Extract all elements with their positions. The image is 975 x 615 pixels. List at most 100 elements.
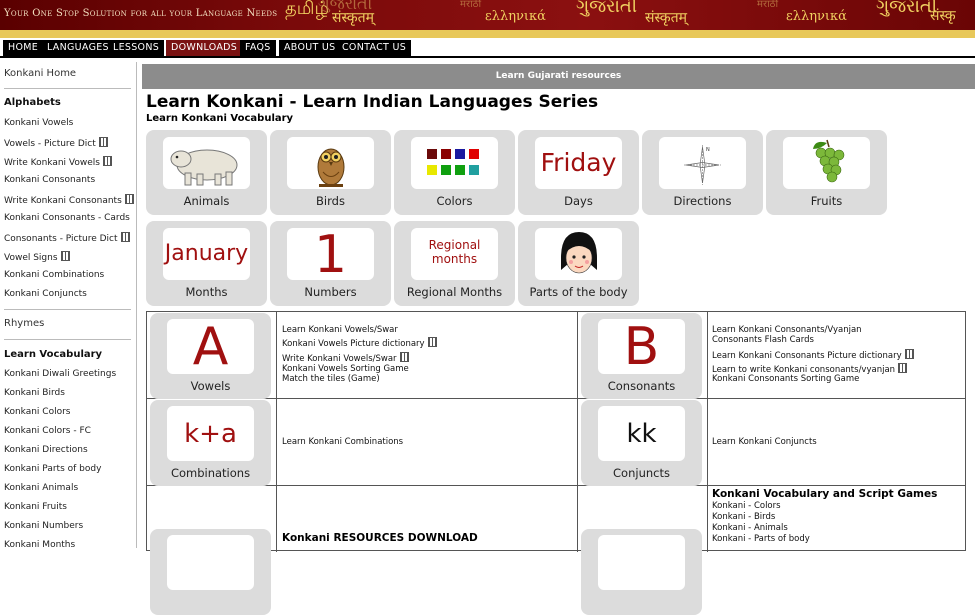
tile-fruits[interactable]: Fruits (766, 130, 887, 215)
games-link-4[interactable]: Konkani - Parts of body (712, 534, 810, 545)
nav-downloads[interactable]: DOWNLOADS (166, 40, 243, 56)
combinations-tile[interactable]: k+a Combinations (150, 400, 271, 486)
film-icon (102, 156, 112, 166)
film-icon (120, 232, 130, 242)
resources-tile[interactable] (150, 529, 271, 615)
vowels-link-3[interactable]: Write Konkani Vowels/Swar (282, 352, 409, 365)
nav-languages[interactable]: LANGUAGES (42, 40, 114, 56)
banner-script-6: ગુજરાતી (576, 0, 637, 17)
nav-about-us[interactable]: ABOUT US (279, 40, 341, 56)
sidebar-item-colors-fc[interactable]: Konkani Colors - FC (4, 426, 91, 436)
sidebar-item-write-consonants[interactable]: Write Konkani Consonants (4, 194, 134, 206)
nav-contact-us[interactable]: CONTACT US (337, 40, 412, 56)
tile-numbers[interactable]: 1 Numbers (270, 221, 391, 306)
sidebar-item-combinations[interactable]: Konkani Combinations (4, 270, 104, 280)
games-link-3[interactable]: Konkani - Animals (712, 523, 788, 534)
sidebar-item-fruits[interactable]: Konkani Fruits (4, 502, 67, 512)
color-swatches-icon (411, 137, 498, 189)
vowels-link-1[interactable]: Learn Konkani Vowels/Swar (282, 325, 398, 336)
sidebar-home-link[interactable]: Konkani Home (4, 68, 76, 79)
nav-lessons[interactable]: LESSONS (108, 40, 165, 56)
sidebar-item-colors[interactable]: Konkani Colors (4, 407, 71, 417)
consonants-link-5[interactable]: Konkani Consonants Sorting Game (712, 374, 859, 385)
conjuncts-card: kk (598, 406, 685, 461)
tile-label: Numbers (304, 285, 357, 299)
sidebar-item-conjuncts[interactable]: Konkani Conjuncts (4, 289, 87, 299)
consonants-link-2[interactable]: Consonants Flash Cards (712, 335, 814, 346)
tile-label: Directions (673, 194, 732, 208)
nav-faqs[interactable]: FAQS (240, 40, 276, 56)
consonants-tile[interactable]: B Consonants (581, 313, 702, 399)
tile-label: Colors (436, 194, 473, 208)
conjuncts-letter: kk (626, 419, 657, 449)
banner-stripe (0, 30, 975, 38)
sidebar-vocab-heading: Learn Vocabulary (4, 349, 103, 360)
resources-title[interactable]: Konkani RESOURCES DOWNLOAD (282, 532, 478, 544)
vowels-link-2[interactable]: Konkani Vowels Picture dictionary (282, 337, 437, 350)
sidebar-item-numbers[interactable]: Konkani Numbers (4, 521, 83, 531)
page-title: Learn Konkani - Learn Indian Languages S… (146, 92, 599, 112)
film-icon (60, 251, 70, 261)
color-swatch (455, 165, 465, 175)
regional-months-card: Regional months (411, 228, 498, 280)
vowels-letter: A (192, 319, 229, 374)
tile-directions[interactable]: N Directions (642, 130, 763, 215)
games-icon (598, 535, 685, 590)
sidebar-item-konkani-consonants[interactable]: Konkani Consonants (4, 175, 95, 185)
sidebar-divider (4, 88, 131, 89)
tile-animals[interactable]: Animals (146, 130, 267, 215)
resources-header: Learn Gujarati resources (142, 64, 975, 89)
sidebar-item-konkani-vowels[interactable]: Konkani Vowels (4, 118, 73, 128)
tile-label: Parts of the body (529, 285, 628, 299)
tile-days[interactable]: Friday Days (518, 130, 639, 215)
tile-birds[interactable]: Birds (270, 130, 391, 215)
tile-colors[interactable]: Colors (394, 130, 515, 215)
combinations-card: k+a (167, 406, 254, 461)
sidebar-item-parts-of-body[interactable]: Konkani Parts of body (4, 464, 101, 474)
sidebar-item-consonants-picture-dict[interactable]: Consonants - Picture Dict (4, 232, 130, 244)
sidebar-item-months[interactable]: Konkani Months (4, 540, 75, 548)
film-icon (98, 137, 108, 147)
tile-label: Birds (316, 194, 345, 208)
sidebar-item-rhymes[interactable]: Rhymes (4, 318, 44, 329)
film-icon (124, 194, 134, 204)
nav-home[interactable]: HOME (3, 40, 44, 56)
consonants-link-3[interactable]: Learn Konkani Consonants Picture diction… (712, 349, 914, 362)
games-link-2[interactable]: Konkani - Birds (712, 512, 775, 523)
tile-label: Months (185, 285, 228, 299)
sidebar-item-vowels-picture-dict[interactable]: Vowels - Picture Dict (4, 137, 108, 149)
sidebar-item-directions[interactable]: Konkani Directions (4, 445, 88, 455)
download-icon (167, 535, 254, 590)
games-tile[interactable] (581, 529, 702, 615)
girl-face-icon (535, 228, 622, 280)
number-word: 1 (313, 228, 348, 280)
sidebar-item-animals[interactable]: Konkani Animals (4, 483, 78, 493)
tile-label: Fruits (810, 194, 843, 208)
sidebar-item-diwali[interactable]: Konkani Diwali Greetings (4, 369, 116, 379)
color-swatch (469, 165, 479, 175)
games-link-1[interactable]: Konkani - Colors (712, 501, 781, 512)
film-icon (904, 349, 914, 359)
tile-parts-of-body[interactable]: Parts of the body (518, 221, 639, 306)
sidebar-item-write-vowels[interactable]: Write Konkani Vowels (4, 156, 112, 168)
sidebar-item-consonants-cards[interactable]: Konkani Consonants - Cards (4, 213, 130, 223)
vowels-link-5[interactable]: Match the tiles (Game) (282, 374, 380, 385)
tile-months[interactable]: January Months (146, 221, 267, 306)
banner-script-8: मराठी (757, 0, 779, 10)
sidebar-item-birds[interactable]: Konkani Birds (4, 388, 65, 398)
tile-label: Combinations (170, 466, 251, 480)
film-icon (898, 363, 908, 373)
tile-label: Animals (183, 194, 230, 208)
vowels-tile[interactable]: A Vowels (150, 313, 271, 399)
tile-regional-months[interactable]: Regional months Regional Months (394, 221, 515, 306)
color-swatch (441, 149, 451, 159)
vowels-card: A (167, 319, 254, 374)
sidebar-alphabets-heading: Alphabets (4, 97, 61, 108)
conjuncts-tile[interactable]: kk Conjuncts (581, 400, 702, 486)
day-word: Friday (540, 148, 617, 177)
film-icon (399, 352, 409, 362)
conjuncts-link[interactable]: Learn Konkani Conjuncts (712, 437, 817, 448)
sidebar-item-vowel-signs[interactable]: Vowel Signs (4, 251, 70, 263)
combinations-link[interactable]: Learn Konkani Combinations (282, 437, 403, 448)
color-swatch (469, 149, 479, 159)
